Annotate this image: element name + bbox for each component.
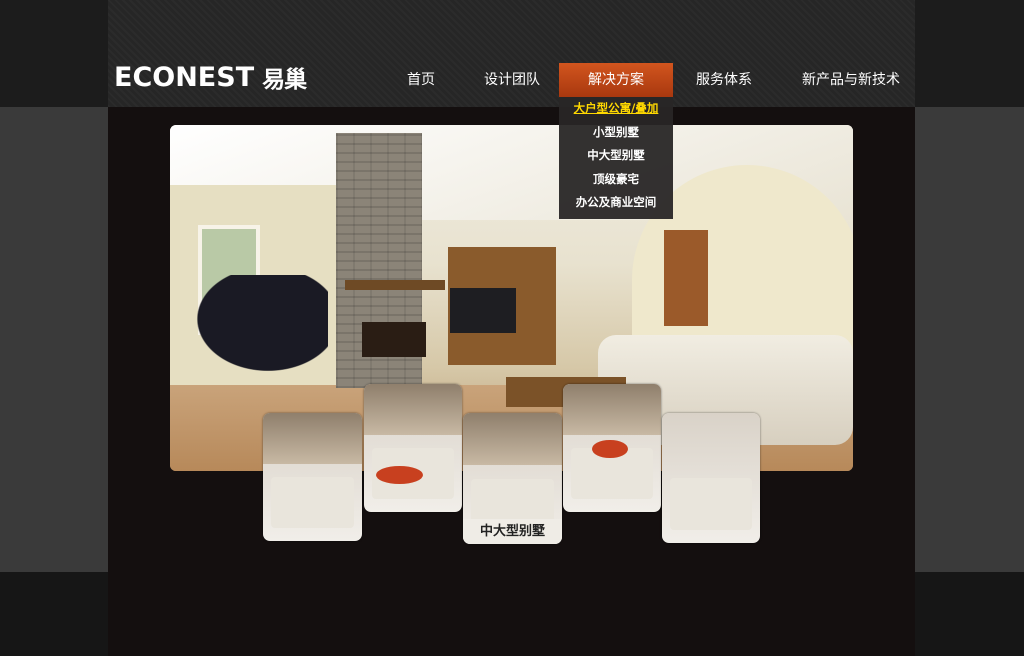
nav-home[interactable]: 首页 [391, 63, 451, 97]
thumbnail-3[interactable]: 中大型别墅 [463, 413, 562, 544]
thumbnail-1[interactable] [263, 413, 362, 541]
nav-design-team[interactable]: 设计团队 [473, 63, 551, 97]
interior-thumbnail-icon [669, 478, 753, 530]
nav-service-system[interactable]: 服务体系 [686, 63, 762, 97]
nav-solutions[interactable]: 解决方案 [559, 63, 673, 97]
site-logo[interactable]: ECONEST 易巢 [114, 60, 307, 94]
dropdown-item-large-apartment[interactable]: 大户型公寓/叠加 [559, 97, 673, 121]
solutions-dropdown: 大户型公寓/叠加 小型别墅 中大型别墅 顶级豪宅 办公及商业空间 [559, 97, 673, 219]
thumbnail-2[interactable] [364, 384, 462, 512]
nav-new-products[interactable]: 新产品与新技术 [795, 63, 907, 97]
main-stage: ECONEST 易巢 首页 设计团队 解决方案 服务体系 新产品与新技术 大户型… [108, 0, 915, 656]
site-header: ECONEST 易巢 首页 设计团队 解决方案 服务体系 新产品与新技术 [108, 0, 915, 107]
thumbnail-label: 中大型别墅 [463, 519, 562, 544]
piano-icon [178, 275, 328, 385]
dropdown-item-mid-large-villa[interactable]: 中大型别墅 [559, 144, 673, 168]
dropdown-item-office-commercial[interactable]: 办公及商业空间 [559, 191, 673, 215]
dropdown-item-small-villa[interactable]: 小型别墅 [559, 121, 673, 145]
dropdown-item-luxury-mansion[interactable]: 顶级豪宅 [559, 168, 673, 192]
thumbnail-5[interactable] [662, 413, 760, 543]
logo-wordmark: ECONEST [114, 61, 255, 93]
logo-chinese-name: 易巢 [262, 67, 307, 93]
thumbnail-4[interactable] [563, 384, 661, 512]
interior-thumbnail-icon [270, 477, 355, 529]
